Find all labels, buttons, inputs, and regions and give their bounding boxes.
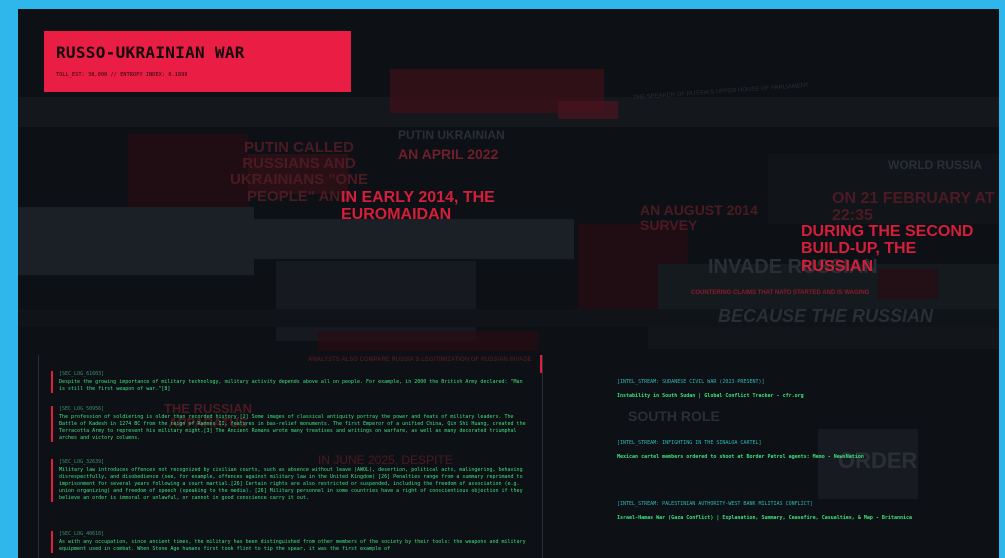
scrollbar-thumb[interactable] [540,355,542,373]
ghost-text: BECAUSE THE RUSSIAN [718,306,934,326]
intel-link[interactable]: Israel-Hamas War (Gaza Conflict) | Expla… [617,515,987,521]
glitch-block [276,261,476,341]
log-entry: [SEC_LOG_32639] Military law introduces … [51,459,529,502]
log-entry: [SEC_LOG_50956] The profession of soldie… [51,406,529,442]
intel-tag: [INTEL_STREAM: PALESTINIAN AUTHORITY-WES… [617,501,813,507]
log-text: Despite the growing importance of milita… [59,379,523,392]
log-tag: [SEC_LOG_61603] [59,371,105,377]
log-tag: [SEC_LOG_40610] [59,531,105,537]
log-text: Military law introduces offences not rec… [59,467,523,501]
intel-link[interactable]: Instability in South Sudan | Global Conf… [617,393,987,399]
headline-21-february: ON 21 FEBRUARY AT 22:35 [832,190,995,225]
glitch-block [318,331,538,351]
glitch-block [18,207,254,275]
intel-item: [INTEL_STREAM: INFIGHTING IN THE SINALOA… [617,440,987,460]
log-entry: [SEC_LOG_40610] As with any occupation, … [51,531,529,553]
intel-link[interactable]: Mexican cartel members ordered to shoot … [617,454,987,460]
intel-tag: [INTEL_STREAM: SUDANESE CIVIL WAR (2023-… [617,379,765,385]
headline-euromaidan: IN EARLY 2014, THE EUROMAIDAN [341,189,495,224]
page-subtitle: TOLL_EST: 38,000 // ENTROPY INDEX: 0.189… [56,72,188,78]
intel-stream-panel: [INTEL_STREAM: SUDANESE CIVIL WAR (2023-… [540,355,999,558]
intel-item: [INTEL_STREAM: SUDANESE CIVIL WAR (2023-… [617,379,987,399]
intel-item: [INTEL_STREAM: PALESTINIAN AUTHORITY-WES… [617,501,987,521]
log-text: The profession of soldiering is older th… [59,414,526,441]
intel-tag: [INTEL_STREAM: INFIGHTING IN THE SINALOA… [617,440,762,446]
ghost-text: WORLD RUSSIA [888,158,982,172]
title-panel: RUSSO-UKRAINIAN WAR TOLL_EST: 38,000 // … [44,31,351,92]
log-entry: [SEC_LOG_61603] Despite the growing impo… [51,371,529,393]
glitch-block [558,101,618,119]
dashboard-canvas: RUSSO-UKRAINIAN WAR TOLL_EST: 38,000 // … [18,9,999,558]
headline-second-buildup: DURING THE SECOND BUILD-UP, THE RUSSIAN [801,223,974,275]
glitch-block [254,219,574,259]
page-title: RUSSO-UKRAINIAN WAR [56,43,245,62]
headline-august-2014: AN AUGUST 2014 SURVEY [640,202,758,234]
note-nato: COUNTERING CLAIMS THAT NATO STARTED AND … [691,290,870,296]
log-tag: [SEC_LOG_50956] [59,406,105,412]
headline-april-2022: AN APRIL 2022 [398,146,499,162]
security-log-panel: [SEC_LOG_61603] Despite the growing impo… [38,355,545,558]
log-text: As with any occupation, since ancient ti… [59,539,526,552]
ghost-text: PUTIN UKRAINIAN [398,128,505,142]
log-tag: [SEC_LOG_32639] [59,459,105,465]
